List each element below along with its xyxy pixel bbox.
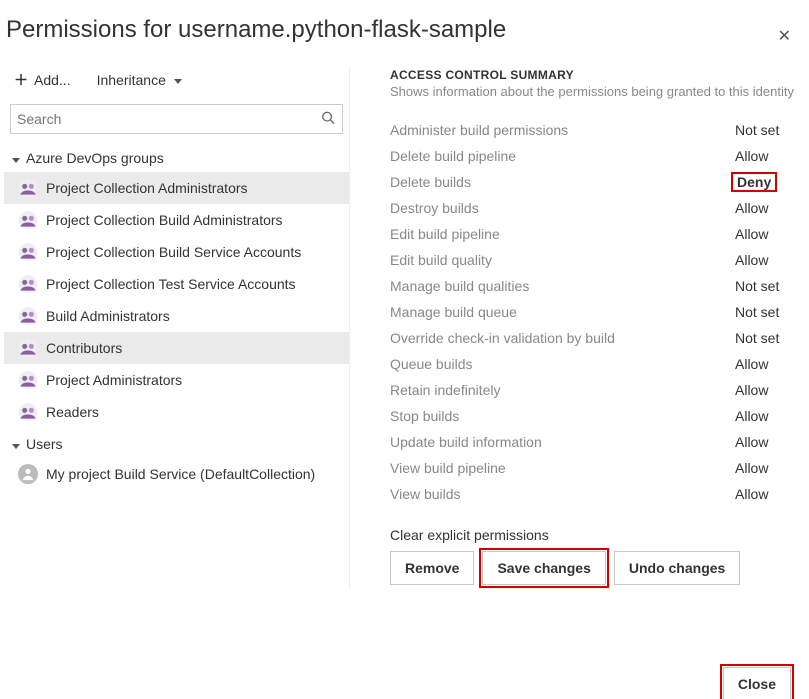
permission-name: Update build information <box>390 434 542 450</box>
group-item[interactable]: Project Collection Build Service Account… <box>4 236 349 268</box>
permission-row[interactable]: Queue builds Allow <box>390 351 805 377</box>
permission-name: View builds <box>390 486 461 502</box>
group-item[interactable]: Contributors <box>4 332 349 364</box>
group-item-label: Project Collection Administrators <box>46 180 248 196</box>
add-button[interactable]: ＋ Add... <box>10 68 75 92</box>
group-item[interactable]: Project Collection Build Administrators <box>4 204 349 236</box>
groups-header-label: Azure DevOps groups <box>26 150 164 166</box>
group-item[interactable]: Readers <box>4 396 349 428</box>
permission-name: Retain indefinitely <box>390 382 501 398</box>
permission-name: Administer build permissions <box>390 122 568 138</box>
permission-name: Manage build queue <box>390 304 517 320</box>
chevron-down-icon <box>172 72 182 88</box>
permission-value: Allow <box>735 226 805 242</box>
permission-name: Edit build pipeline <box>390 226 500 242</box>
permission-row[interactable]: Delete builds Deny <box>390 169 805 195</box>
page-title: Permissions for username.python-flask-sa… <box>6 16 809 44</box>
permission-row[interactable]: View builds Allow <box>390 481 805 507</box>
group-avatar-icon <box>18 210 38 230</box>
group-item-label: Build Administrators <box>46 308 170 324</box>
group-item-label: Project Collection Build Administrators <box>46 212 283 228</box>
identity-list-panel: ＋ Add... Inheritance Azure DevOps groups… <box>4 68 349 490</box>
permission-row[interactable]: Delete build pipeline Allow <box>390 143 805 169</box>
group-avatar-icon <box>18 402 38 422</box>
undo-changes-button[interactable]: Undo changes <box>614 551 740 585</box>
search-input[interactable] <box>10 104 343 134</box>
permission-name: Destroy builds <box>390 200 479 216</box>
users-header-label: Users <box>26 436 63 452</box>
permission-value: Not set <box>735 304 805 320</box>
permission-name: Delete builds <box>390 174 471 190</box>
inheritance-dropdown[interactable]: Inheritance <box>93 70 186 90</box>
plus-icon: ＋ <box>14 70 28 90</box>
permission-row[interactable]: Manage build queue Not set <box>390 299 805 325</box>
permission-name: Delete build pipeline <box>390 148 516 164</box>
permission-value: Allow <box>735 434 805 450</box>
group-item-label: Readers <box>46 404 99 420</box>
permission-value: Deny <box>735 174 805 190</box>
group-item-label: Contributors <box>46 340 122 356</box>
permission-row[interactable]: Destroy builds Allow <box>390 195 805 221</box>
permission-name: Queue builds <box>390 356 473 372</box>
group-avatar-icon <box>18 274 38 294</box>
permission-value: Allow <box>735 148 805 164</box>
permission-row[interactable]: Stop builds Allow <box>390 403 805 429</box>
permission-value: Not set <box>735 278 805 294</box>
permission-value: Allow <box>735 382 805 398</box>
users-tree-header[interactable]: Users <box>4 428 349 458</box>
group-item-label: Project Administrators <box>46 372 182 388</box>
permission-value: Allow <box>735 356 805 372</box>
permission-row[interactable]: Manage build qualities Not set <box>390 273 805 299</box>
close-button[interactable]: Close <box>723 667 791 699</box>
remove-button[interactable]: Remove <box>390 551 474 585</box>
group-avatar-icon <box>18 370 38 390</box>
group-avatar-icon <box>18 306 38 326</box>
permission-value: Allow <box>735 200 805 216</box>
add-label: Add... <box>34 72 71 88</box>
user-item[interactable]: My project Build Service (DefaultCollect… <box>4 458 349 490</box>
group-avatar-icon <box>18 338 38 358</box>
group-item[interactable]: Project Administrators <box>4 364 349 396</box>
permission-name: Manage build qualities <box>390 278 529 294</box>
chevron-down-icon <box>10 436 22 452</box>
permission-row[interactable]: Administer build permissions Not set <box>390 117 805 143</box>
summary-title: ACCESS CONTROL SUMMARY <box>390 68 805 82</box>
group-avatar-icon <box>18 242 38 262</box>
group-item[interactable]: Build Administrators <box>4 300 349 332</box>
permission-name: Edit build quality <box>390 252 492 268</box>
group-item-label: Project Collection Build Service Account… <box>46 244 301 260</box>
permission-value: Allow <box>735 408 805 424</box>
permission-row[interactable]: Update build information Allow <box>390 429 805 455</box>
permission-name: Override check-in validation by build <box>390 330 615 346</box>
permission-value: Allow <box>735 252 805 268</box>
close-icon[interactable]: ✕ <box>770 22 799 50</box>
save-changes-button[interactable]: Save changes <box>482 551 605 585</box>
permission-row[interactable]: Edit build pipeline Allow <box>390 221 805 247</box>
user-avatar-icon <box>18 464 38 484</box>
permission-row[interactable]: View build pipeline Allow <box>390 455 805 481</box>
permission-value: Not set <box>735 330 805 346</box>
permission-value: Allow <box>735 460 805 476</box>
permission-value: Allow <box>735 486 805 502</box>
groups-tree-header[interactable]: Azure DevOps groups <box>4 142 349 172</box>
inheritance-label: Inheritance <box>97 72 166 88</box>
permissions-panel: ACCESS CONTROL SUMMARY Shows information… <box>349 68 805 588</box>
clear-permissions-link[interactable]: Clear explicit permissions <box>390 527 805 543</box>
summary-subtitle: Shows information about the permissions … <box>390 84 805 99</box>
group-item-label: Project Collection Test Service Accounts <box>46 276 296 292</box>
user-item-label: My project Build Service (DefaultCollect… <box>46 466 315 482</box>
permission-row[interactable]: Edit build quality Allow <box>390 247 805 273</box>
permission-value: Not set <box>735 122 805 138</box>
group-avatar-icon <box>18 178 38 198</box>
group-item[interactable]: Project Collection Administrators <box>4 172 349 204</box>
chevron-down-icon <box>10 150 22 166</box>
permission-row[interactable]: Retain indefinitely Allow <box>390 377 805 403</box>
permission-name: Stop builds <box>390 408 459 424</box>
permission-row[interactable]: Override check-in validation by build Not… <box>390 325 805 351</box>
group-item[interactable]: Project Collection Test Service Accounts <box>4 268 349 300</box>
permission-name: View build pipeline <box>390 460 506 476</box>
